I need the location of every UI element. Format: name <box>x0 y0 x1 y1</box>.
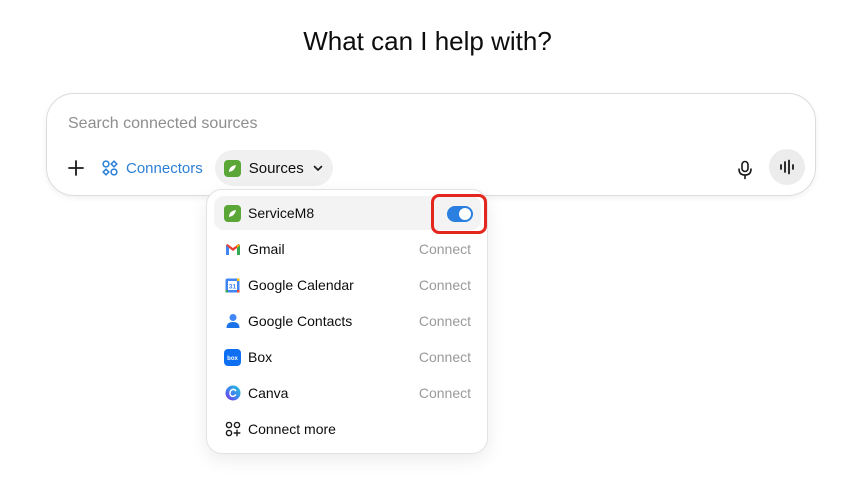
source-label: Canva <box>248 385 289 401</box>
canva-icon <box>224 385 241 402</box>
source-item-box[interactable]: box Box Connect <box>214 340 481 374</box>
connect-more-item[interactable]: Connect more <box>214 412 481 446</box>
connect-more-icon <box>224 421 241 438</box>
connect-button[interactable]: Connect <box>419 241 471 257</box>
google-calendar-icon: 31 <box>224 277 241 294</box>
add-button[interactable] <box>61 153 91 183</box>
page-title: What can I help with? <box>303 26 552 56</box>
plus-icon <box>68 160 84 176</box>
sources-dropdown: ServiceM8 Gmail Connect 31 Google Calend… <box>206 189 488 454</box>
gmail-icon <box>224 241 241 258</box>
composer: Connectors Sources <box>46 93 816 196</box>
source-label: ServiceM8 <box>248 205 315 221</box>
google-contacts-icon <box>224 313 241 330</box>
source-item-servicem8[interactable]: ServiceM8 <box>214 196 481 230</box>
svg-text:box: box <box>227 356 238 362</box>
connect-button[interactable]: Connect <box>419 385 471 401</box>
source-label: Gmail <box>248 241 285 257</box>
source-label: Google Calendar <box>248 277 354 293</box>
sources-label: Sources <box>248 159 304 177</box>
source-item-canva[interactable]: Canva Connect <box>214 376 481 410</box>
source-label: Google Contacts <box>248 313 353 329</box>
connectors-label: Connectors <box>126 159 203 177</box>
servicem8-icon <box>223 159 241 177</box>
connect-button[interactable]: Connect <box>419 277 471 293</box>
connectors-button[interactable]: Connectors <box>101 151 203 185</box>
microphone-icon <box>738 160 752 180</box>
connect-button[interactable]: Connect <box>419 349 471 365</box>
source-label: Box <box>248 349 273 365</box>
source-item-google-contacts[interactable]: Google Contacts Connect <box>214 304 481 338</box>
svg-text:31: 31 <box>229 283 237 290</box>
connectors-icon <box>102 160 118 176</box>
source-item-google-calendar[interactable]: 31 Google Calendar Connect <box>214 268 481 302</box>
microphone-button[interactable] <box>733 158 757 182</box>
search-input[interactable] <box>68 112 668 136</box>
connect-button[interactable]: Connect <box>419 313 471 329</box>
servicem8-toggle[interactable] <box>447 206 473 222</box>
box-icon: box <box>224 348 241 366</box>
servicem8-icon <box>224 204 241 222</box>
source-label: Connect more <box>248 421 336 437</box>
sources-button[interactable]: Sources <box>214 150 333 186</box>
voice-mode-button[interactable] <box>769 149 805 185</box>
composer-toolbar: Connectors Sources <box>61 150 333 186</box>
chevron-down-icon <box>313 165 323 171</box>
source-item-gmail[interactable]: Gmail Connect <box>214 232 481 266</box>
voice-wave-icon <box>780 159 794 175</box>
